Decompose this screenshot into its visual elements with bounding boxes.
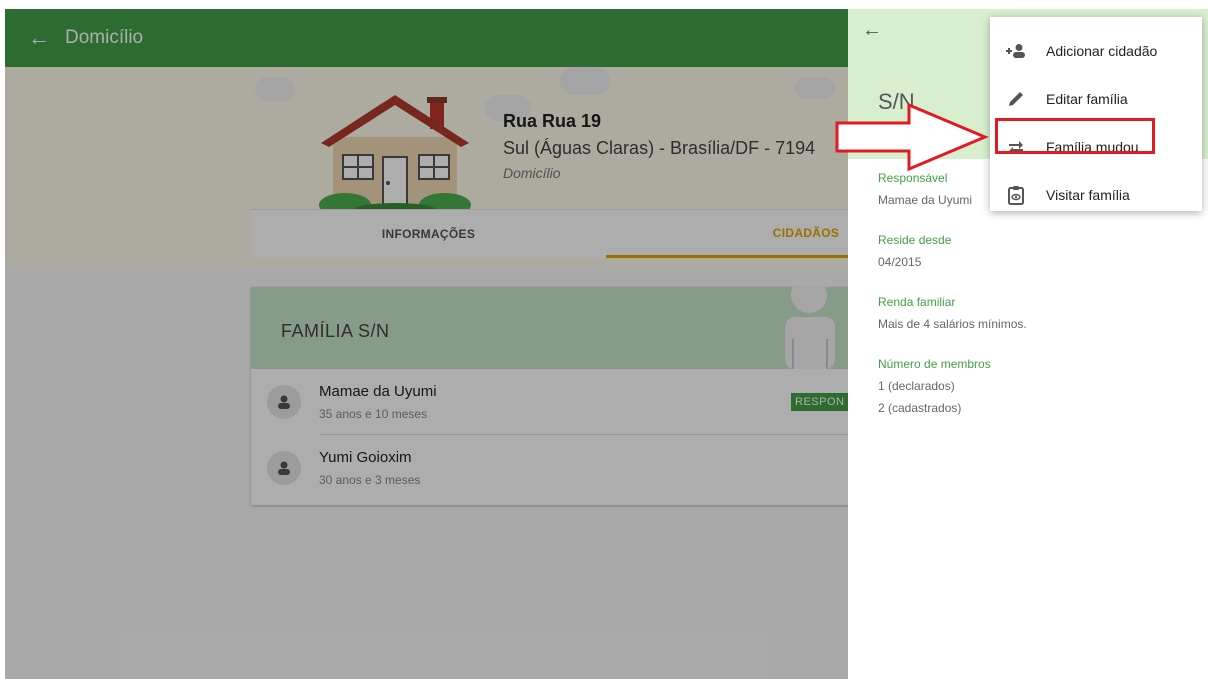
field-value: 2 (cadastrados): [878, 401, 962, 415]
field-value: 1 (declarados): [878, 379, 955, 393]
clipboard-eye-icon: [1004, 185, 1028, 205]
menu-item-editar-familia[interactable]: Editar família: [990, 75, 1202, 123]
arrow-left-icon: ←: [862, 19, 882, 41]
panel-back-button[interactable]: ←: [862, 19, 882, 42]
field-value: Mais de 4 salários mínimos.: [878, 317, 1027, 331]
menu-item-visitar-familia[interactable]: Visitar família: [990, 171, 1202, 219]
menu-item-label: Editar família: [1046, 91, 1128, 107]
menu-item-label: Família mudou: [1046, 139, 1139, 155]
field-label: Renda familiar: [878, 295, 956, 309]
menu-item-adicionar-cidadao[interactable]: Adicionar cidadão: [990, 27, 1202, 75]
app-window: ← Domicílio Rua Rua 19 Sul (Águas Claras…: [5, 9, 1208, 679]
field-reside-desde: Reside desde 04/2015: [878, 233, 1027, 269]
menu-item-label: Visitar família: [1046, 187, 1130, 203]
field-renda-familiar: Renda familiar Mais de 4 salários mínimo…: [878, 295, 1027, 331]
pencil-icon: [1004, 90, 1028, 108]
person-add-icon: [1004, 43, 1028, 59]
menu-item-label: Adicionar cidadão: [1046, 43, 1158, 59]
field-value: 04/2015: [878, 255, 922, 269]
field-label: Reside desde: [878, 233, 952, 247]
menu-item-familia-mudou[interactable]: Família mudou: [990, 123, 1202, 171]
overflow-menu: Adicionar cidadão Editar família Família…: [990, 17, 1202, 211]
swap-arrows-icon: [1004, 140, 1028, 154]
field-label: Número de membros: [878, 357, 991, 371]
annotation-arrow-icon: [835, 102, 989, 172]
dim-overlay[interactable]: [5, 9, 848, 679]
field-numero-membros: Número de membros 1 (declarados) 2 (cada…: [878, 357, 1027, 415]
